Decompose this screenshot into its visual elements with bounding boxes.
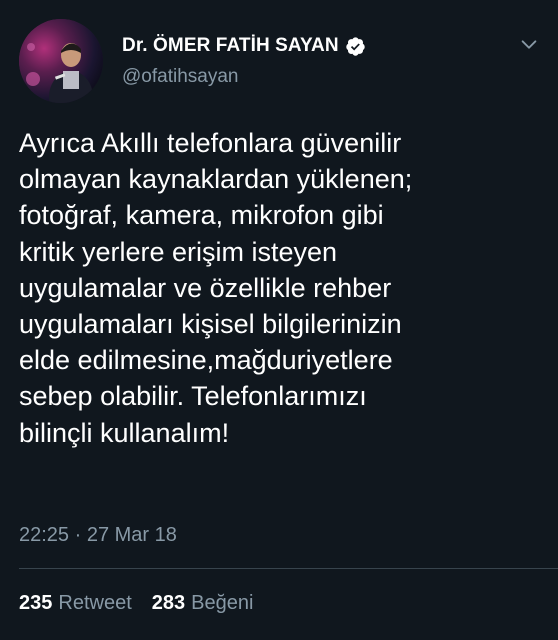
avatar-photo [19, 19, 103, 103]
retweet-stat[interactable]: 235 Retweet [19, 592, 132, 615]
like-stat[interactable]: 283 Beğeni [152, 592, 254, 615]
user-handle[interactable]: @ofatihsayan [122, 66, 366, 88]
tweet-stats: 235 Retweet 283 Beğeni [19, 592, 273, 615]
verified-badge-icon [345, 36, 365, 56]
avatar[interactable] [19, 19, 103, 103]
retweet-count: 235 [19, 592, 53, 614]
display-name[interactable]: Dr. ÖMER FATİH SAYAN [122, 35, 339, 57]
chevron-down-icon[interactable] [518, 34, 540, 56]
divider [19, 568, 558, 569]
tweet-timestamp[interactable]: 22:25 · 27 Mar 18 [19, 524, 177, 547]
name-row: Dr. ÖMER FATİH SAYAN [122, 33, 366, 59]
like-count: 283 [151, 592, 186, 614]
like-label: Beğeni [191, 592, 254, 614]
user-info[interactable]: Dr. ÖMER FATİH SAYAN @ofatihsayan [122, 33, 366, 88]
tweet-text: Ayrıca Akıllı telefonlara güvenilir olma… [19, 128, 413, 448]
retweet-label: Retweet [58, 592, 132, 614]
tweet-card: Dr. ÖMER FATİH SAYAN @ofatihsayan Ayrıca… [0, 0, 558, 640]
